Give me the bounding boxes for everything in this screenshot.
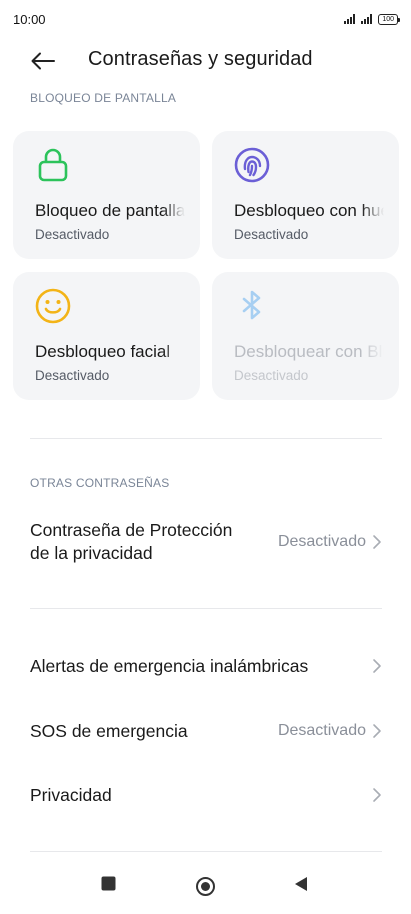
row-right (372, 787, 382, 803)
app-header: Contraseñas y seguridad (0, 38, 411, 84)
battery-level: 100 (382, 15, 394, 23)
triangle-back-icon (295, 877, 307, 891)
home-button[interactable] (195, 876, 216, 897)
back-button[interactable] (30, 48, 56, 74)
card-title: Desbloqueo facial (35, 342, 171, 361)
privacy-row[interactable]: Privacidad (30, 781, 382, 809)
row-value: Desactivado (277, 533, 366, 550)
divider (30, 608, 382, 609)
card-title: Bloqueo de pantalla (35, 201, 185, 220)
row-title-line: de la privacidad (30, 543, 153, 563)
fingerprint-icon (234, 147, 270, 183)
status-icons: 100 (344, 13, 400, 25)
page-title: Contraseñas y seguridad (88, 48, 313, 70)
system-nav-bar (0, 856, 411, 914)
back-nav-button[interactable] (294, 876, 308, 892)
back-arrow-icon (31, 52, 55, 70)
row-title: SOS de emergencia (30, 720, 188, 741)
section-label-screen-lock: BLOQUEO DE PANTALLA (30, 91, 177, 105)
row-value: Desactivado (277, 722, 366, 739)
card-status: Desactivado (234, 227, 309, 242)
privacy-password-row[interactable]: Contraseña de Protección de la privacida… (30, 518, 382, 566)
row-title: Alertas de emergencia inalámbricas (30, 655, 309, 676)
card-fingerprint-unlock[interactable]: Desbloqueo con huella Desactivado (212, 131, 399, 259)
status-time: 10:00 (13, 11, 46, 27)
chevron-right-icon (373, 724, 381, 738)
section-label-other-passwords: OTRAS CONTRASEÑAS (30, 476, 170, 490)
chevron-right-icon (373, 788, 381, 802)
chevron-right-icon (373, 659, 381, 673)
face-icon (35, 288, 71, 324)
card-face-unlock[interactable]: Desbloqueo facial Desactivado (13, 272, 200, 400)
row-title-line: Contraseña de Protección (30, 520, 233, 540)
battery-icon: 100 (378, 13, 400, 25)
emergency-sos-row[interactable]: SOS de emergencia Desactivado (30, 717, 382, 745)
status-bar: 10:00 100 (0, 0, 411, 38)
lock-icon (38, 148, 68, 182)
row-right: Desactivado (278, 533, 382, 551)
row-right (372, 658, 382, 674)
recent-apps-button[interactable] (101, 876, 116, 891)
card-title: Desbloqueo con huella (234, 201, 384, 220)
row-title: Privacidad (30, 784, 112, 805)
row-right: Desactivado (278, 722, 382, 740)
card-status: Desactivado (35, 368, 110, 383)
emergency-alerts-row[interactable]: Alertas de emergencia inalámbricas (30, 652, 382, 680)
divider (30, 438, 382, 439)
chevron-right-icon (373, 535, 381, 549)
card-title: Desbloquear con Bluetooth (234, 342, 384, 361)
bluetooth-icon (242, 290, 261, 320)
square-icon (101, 876, 116, 891)
signal-icon (361, 14, 373, 24)
card-status: Desactivado (35, 227, 110, 242)
divider (30, 851, 382, 852)
row-title: Contraseña de Protección de la privacida… (30, 519, 232, 565)
home-circle-icon (196, 877, 215, 896)
card-screen-lock[interactable]: Bloqueo de pantalla Desactivado (13, 131, 200, 259)
card-bluetooth-unlock[interactable]: Desbloquear con Bluetooth Desactivado (212, 272, 399, 400)
card-status: Desactivado (234, 368, 309, 383)
signal-icon (344, 14, 356, 24)
